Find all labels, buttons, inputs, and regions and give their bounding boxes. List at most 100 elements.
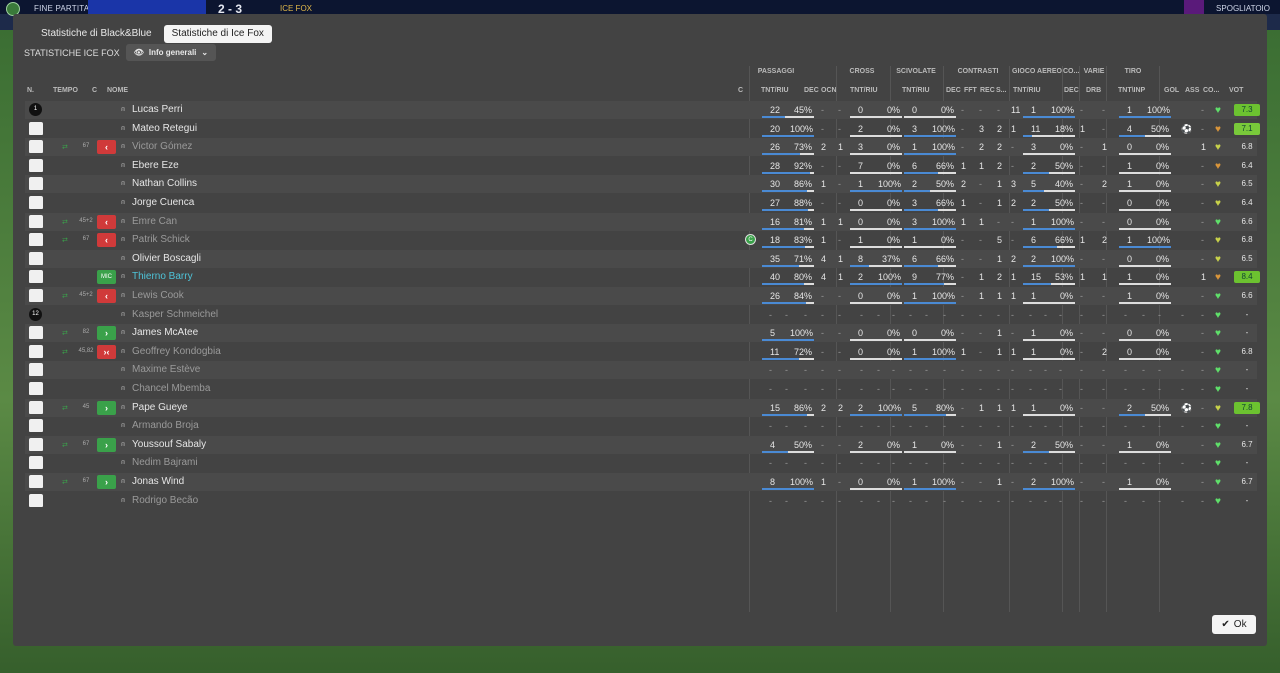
player-name[interactable]: Mateo Retegui (132, 123, 197, 134)
col-header-cross_tnt[interactable]: TNT/RIU (850, 87, 878, 94)
col-header-fft[interactable]: FFT (964, 87, 977, 94)
stat-bar-fill (762, 339, 814, 342)
locker-room-link[interactable]: SPOGLIATOIO (1216, 4, 1270, 13)
ok-button[interactable]: ✔ Ok (1212, 615, 1256, 634)
player-name[interactable]: Emre Can (132, 216, 177, 227)
stat-bar-fill (1023, 116, 1075, 118)
player-name[interactable]: Nedim Bajrami (132, 457, 198, 468)
stat-cdec: - (961, 272, 964, 283)
player-name[interactable]: Youssouf Sabaly (132, 439, 206, 450)
col-header-tempo[interactable]: TEMPO (53, 87, 78, 94)
table-row[interactable]: ⇄ 45,82 ›‹ ⍝ Geoffrey Kondogbia 11 72% 0 0% 1 100%… (25, 343, 1257, 361)
player-name[interactable]: Chancel Mbemba (132, 383, 210, 394)
col-header-drb[interactable]: DRB (1086, 87, 1101, 94)
col-header-sciv_tnt[interactable]: TNT/RIU (902, 87, 930, 94)
stat-bar (762, 171, 814, 174)
table-row[interactable]: ⍝ Nathan Collins 30 86% 1 100% 2 50% 5 40% 1 0% 1-2-… (25, 175, 1257, 194)
col-header-ocn[interactable]: OCN (821, 87, 837, 94)
stat-bar (1119, 413, 1171, 416)
col-header-c2[interactable]: C (738, 87, 743, 94)
menu-button[interactable] (1184, 0, 1204, 14)
table-row[interactable]: ⍝ Ebere Eze 28 92% 7 0% 6 66% 2 50% 1 0% - -1 1 2- - - - ♥ 6… (25, 157, 1257, 175)
stat-attempts: 3 (858, 142, 864, 153)
tab-ice-fox[interactable]: Statistiche di Ice Fox (163, 25, 272, 43)
stat-fft: 1 (979, 160, 985, 171)
table-row[interactable]: 1 ⍝ Lucas Perri 22 45% 0 0% 0 0% 1 100% 1 100% - - - - -1… (25, 101, 1260, 119)
player-name[interactable]: Jonas Wind (132, 476, 184, 487)
col-header-dec3[interactable]: DEC (1064, 87, 1079, 94)
player-name[interactable]: Geoffrey Kondogbia (132, 346, 221, 357)
table-row[interactable]: ⇄ 67 ‹ ⍝ Patrik Schick C 18 83% 1 0% 1 0% 6 66% 1 100% 1… (25, 231, 1257, 249)
player-name[interactable]: Olivier Boscagli (132, 253, 201, 264)
table-row[interactable]: ⍝ Olivier Boscagli 35 71% 8 37% 6 66% 2 100% 0 0% 4 1… (25, 249, 1257, 268)
tab-black-blue[interactable]: Statistiche di Black&Blue (33, 25, 160, 43)
player-name[interactable]: Victor Gómez (132, 141, 192, 152)
col-header-co[interactable]: CO... (1203, 87, 1219, 94)
table-row[interactable]: ⇄ 67 › ⍝ Jonas Wind 8 100% 0 0% 1 100% 2 100% 1 0% 1- - -… (25, 473, 1257, 491)
stat-dec: - (821, 495, 824, 506)
shirt-icon (29, 177, 43, 191)
table-row[interactable]: MIC ⍝ Thierno Barry 40 80% 2 100% 9 77% 15 53% 1 0% 4… (25, 268, 1260, 286)
col-header-gol[interactable]: GOL (1164, 87, 1179, 94)
sub-minute: 82 (82, 329, 90, 336)
stat-bar (904, 227, 956, 230)
col-header-nome[interactable]: NOME (107, 87, 128, 94)
col-header-tiro_tnt[interactable]: TNT\INP (1118, 87, 1145, 94)
player-name[interactable]: Rodrigo Becão (132, 495, 198, 506)
table-row[interactable]: ⍝ Mateo Retegui 20 100% 2 0% 3 100% 11 18% 4 50% - - -… (25, 120, 1260, 138)
col-header-n[interactable]: N. (27, 87, 34, 94)
player-name[interactable]: Thierno Barry (132, 271, 193, 282)
col-header-dec[interactable]: DEC (804, 87, 819, 94)
view-dropdown[interactable]: 👁 Info generali ⌄ (125, 44, 217, 61)
table-row[interactable]: ⍝ Nedim Bajrami - - - - - - - - - - - - - - - - - - - - - - - - - ♥… (25, 454, 1257, 472)
stat-s: 2 (1011, 198, 1017, 208)
col-header-vot[interactable]: VOT (1229, 87, 1243, 94)
col-header-rec[interactable]: REC (980, 87, 995, 94)
stat-rec: - (997, 458, 1000, 469)
table-row[interactable]: ⇄ 67 ‹ ⍝ Victor Gómez 26 73% 3 0% 1 100% 3 0% 0 0% 2 1-2… (25, 138, 1257, 157)
col-header-aereo_tnt[interactable]: TNT/RIU (1013, 87, 1041, 94)
stat-bar (850, 283, 902, 286)
stat-s: - (1011, 309, 1014, 320)
player-name[interactable]: Kasper Schmeichel (132, 309, 218, 320)
player-name[interactable]: Maxime Estève (132, 364, 200, 375)
table-row[interactable]: ⍝ Jorge Cuenca 27 88% 0 0% 3 66% 2 50% 0 0% - -1-1 2- -… (25, 194, 1257, 212)
table-row[interactable]: ⍝ Chancel Mbemba - - - - - - - - - - - - - - - - - - - - - - - - -… (25, 380, 1257, 398)
table-row[interactable]: ⇄ 45 › ⍝ Pape Gueye 15 86% 2 100% 5 80% 1 0% 2 50% 2 2-1… (25, 398, 1260, 417)
player-name[interactable]: Armando Broja (132, 420, 199, 431)
stat-adec: - (1080, 291, 1083, 301)
col-header-dec2[interactable]: DEC (946, 87, 961, 94)
table-row[interactable]: ⍝ Rodrigo Becão - - - - - - - - - - - - - - - - - - - - - - - - - ♥… (25, 492, 1257, 510)
table-row[interactable]: ⍝ Armando Broja - - - - - - - - - - - - - - - - - - - - - - - - - ♥… (25, 417, 1257, 435)
stat-bar (1023, 153, 1075, 156)
table-row[interactable]: 12 ⍝ Kasper Schmeichel - - - - - - - - - - - - - - - - - - - -… (25, 306, 1257, 324)
table-row[interactable]: ⇄ 45+2 ‹ ⍝ Lewis Cook 26 84% 0 0% 1 100% 1 0% 1 0% - - -1… (25, 287, 1257, 305)
col-header-s[interactable]: S... (996, 87, 1007, 94)
table-row[interactable]: ⇄ 82 › ⍝ James McAtee 5 100% 0 0% 0 0% 1 0% 0 0% - - - -1-… (25, 324, 1257, 343)
stat-attempts: 4 (770, 439, 776, 450)
table-row[interactable]: ⍝ Maxime Estève - - - - - - - - - - - - - - - - - - - - - - - - - ♥… (25, 361, 1257, 380)
stat-percent: 71% (793, 253, 812, 264)
col-header-c[interactable]: C (92, 87, 97, 94)
player-name[interactable]: Nathan Collins (132, 178, 197, 189)
player-name[interactable]: Ebere Eze (132, 160, 179, 171)
morale-heart-icon: ♥ (1215, 328, 1221, 340)
col-header-tnt_riu[interactable]: TNT/RIU (761, 87, 789, 94)
table-row[interactable]: ⇄ 67 › ⍝ Youssouf Sabaly 4 50% 2 0% 1 0% 2 50% 1 0% - - -… (25, 435, 1257, 454)
morale-heart-icon: ♥ (1215, 235, 1221, 247)
stat-adec: - (1080, 365, 1083, 376)
stat-bar-fill (850, 190, 902, 193)
stat-percent: 66% (935, 253, 954, 264)
person-icon: ⍝ (121, 403, 126, 411)
player-name[interactable]: James McAtee (132, 327, 198, 338)
col-header-ass[interactable]: ASS (1185, 87, 1199, 94)
stat-dec: 1 (821, 179, 827, 190)
player-name[interactable]: Jorge Cuenca (132, 197, 194, 208)
stat-cdec: - (961, 439, 964, 450)
table-row[interactable]: ⇄ 45+2 ‹ ⍝ Emre Can 16 81% 0 0% 3 100% 1 100% 0 0% 1 1 1 1… (25, 212, 1257, 231)
player-name[interactable]: Lewis Cook (132, 290, 184, 301)
player-name[interactable]: Patrik Schick (132, 234, 190, 245)
player-name[interactable]: Lucas Perri (132, 104, 183, 115)
stat-percent: 100% (1147, 105, 1171, 115)
player-name[interactable]: Pape Gueye (132, 402, 188, 413)
